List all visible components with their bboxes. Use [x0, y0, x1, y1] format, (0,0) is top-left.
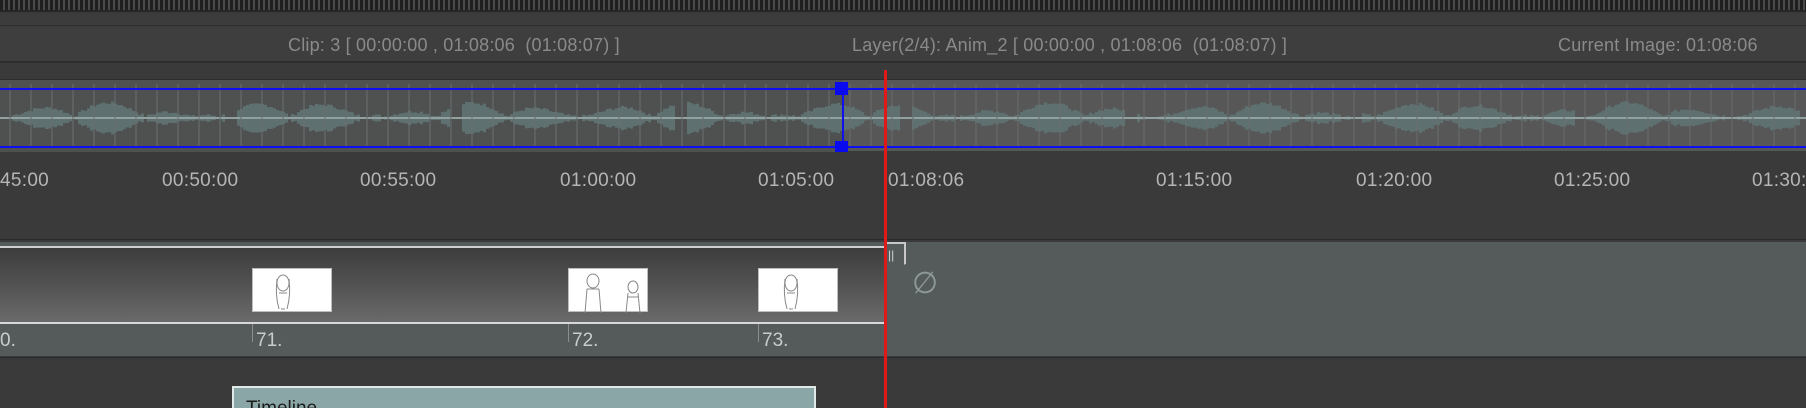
top-tick-ruler [0, 0, 1806, 12]
time-label: 01:25:00 [1554, 170, 1631, 191]
frame-tick [568, 324, 569, 342]
clip-end-handle[interactable]: || [884, 242, 906, 278]
frame-tick [758, 324, 759, 342]
storyboard-track[interactable]: || ∅ [0, 242, 1806, 324]
info-bar: Clip: 3 [ 00:00:00 , 01:08:06 (01:08:07)… [0, 27, 1806, 63]
frame-label: 72. [572, 330, 599, 351]
panel-71-thumbnail[interactable] [252, 268, 332, 312]
timeline-panel-label: Timeline [246, 398, 317, 408]
frame-label: 71. [256, 330, 283, 351]
time-label: 01:20:00 [1356, 170, 1433, 191]
sketch-figure-icon [783, 274, 799, 310]
time-label: 45:00 [0, 170, 50, 191]
storyboard-clip[interactable] [0, 246, 886, 324]
panel-73-thumbnail[interactable] [758, 268, 838, 312]
time-label: 00:50:00 [162, 170, 239, 191]
frame-label: 73. [762, 330, 789, 351]
selection-box-left[interactable] [0, 88, 844, 148]
playhead[interactable] [884, 70, 887, 408]
frame-label: 0. [0, 330, 16, 351]
sketch-figure-icon [275, 274, 291, 310]
clip-info: Clip: 3 [ 00:00:00 , 01:08:06 (01:08:07)… [288, 35, 620, 55]
empty-set-icon: ∅ [912, 267, 939, 300]
timeline-panel-tab[interactable]: Timeline [232, 386, 816, 408]
time-label: 01:00:00 [560, 170, 637, 191]
clip-end-marker: || [888, 248, 895, 262]
bottom-panel-area: Timeline [0, 357, 1806, 408]
layer-info: Layer(2/4): Anim_2 [ 00:00:00 , 01:08:06… [852, 35, 1288, 55]
time-label: 01:15:00 [1156, 170, 1233, 191]
current-image-info: Current Image: 01:08:06 [1558, 35, 1758, 55]
current-time-label: 01:08:06 [888, 170, 965, 191]
sketch-figures-icon [584, 273, 641, 313]
panel-72-thumbnail[interactable] [568, 268, 648, 313]
frame-tick [252, 324, 253, 342]
header-band [0, 14, 1806, 26]
frame-ruler[interactable]: 0. 71. 72. 73. [0, 324, 1806, 356]
time-ruler[interactable]: 45:00 00:50:00 00:55:00 01:00:00 01:05:0… [0, 152, 1806, 200]
selection-handle-top[interactable] [835, 82, 848, 95]
track-spacer [0, 200, 1806, 240]
time-label: 01:05:00 [758, 170, 835, 191]
selection-box-right[interactable] [842, 88, 1806, 148]
time-label: 00:55:00 [360, 170, 437, 191]
time-label: 01:30:00 [1752, 170, 1806, 191]
